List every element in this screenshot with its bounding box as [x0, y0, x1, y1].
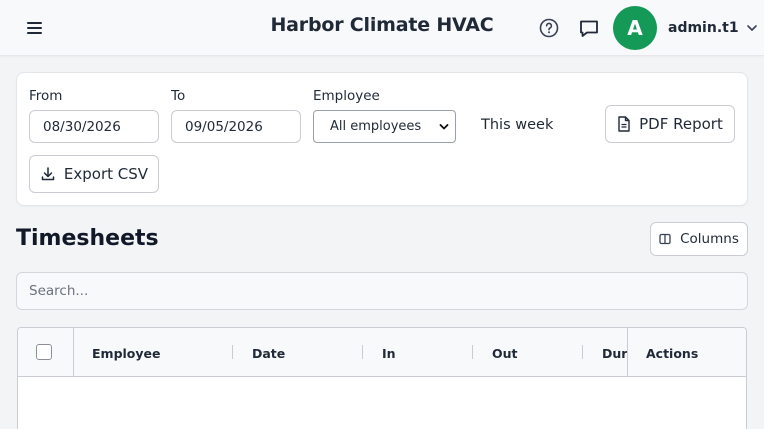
to-label: To [171, 88, 186, 104]
username: admin.t1 [668, 20, 739, 36]
user-menu[interactable]: admin.t1 [668, 18, 759, 38]
search-input[interactable]: Search... [16, 272, 748, 310]
hamburger-menu-icon[interactable] [24, 17, 46, 39]
actions-column-header: Actions [627, 328, 746, 376]
from-label: From [29, 88, 63, 104]
employee-label: Employee [313, 88, 380, 104]
export-csv-button[interactable]: Export CSV [29, 155, 159, 193]
pdf-report-label: PDF Report [639, 115, 723, 133]
page-title: Timesheets [16, 226, 159, 251]
pdf-report-button[interactable]: PDF Report [605, 105, 735, 143]
columns-button-label: Columns [680, 231, 739, 247]
employee-select-value: All employees [330, 119, 422, 134]
help-icon[interactable] [538, 17, 560, 39]
app-title: Harbor Climate HVAC [270, 14, 494, 36]
to-date-input[interactable]: 09/05/2026 [171, 110, 301, 143]
export-csv-label: Export CSV [63, 165, 149, 183]
timesheets-table: Employee Date In Out Duration Actions [17, 327, 747, 429]
column-header-actions: Actions [646, 346, 699, 361]
column-separator [472, 345, 473, 359]
from-date-input[interactable]: 08/30/2026 [29, 110, 159, 143]
select-all-checkbox[interactable] [36, 344, 52, 360]
column-header-employee[interactable]: Employee [92, 346, 161, 361]
column-separator [582, 345, 583, 359]
download-icon [41, 167, 55, 181]
column-separator [232, 345, 233, 359]
range-label: This week [481, 117, 554, 133]
column-header-in[interactable]: In [382, 346, 396, 361]
chevron-down-icon [746, 25, 757, 31]
column-header-duration[interactable]: Duration [602, 346, 627, 361]
column-header-date[interactable]: Date [252, 346, 285, 361]
chat-icon[interactable] [578, 17, 600, 39]
columns-button[interactable]: Columns [650, 222, 748, 256]
select-all-cell [18, 328, 74, 376]
column-header-out[interactable]: Out [492, 346, 518, 361]
columns-icon [659, 233, 671, 245]
filter-card: From 08/30/2026 To 09/05/2026 Employee A… [16, 72, 748, 206]
document-icon [618, 116, 630, 132]
column-separator [362, 345, 363, 359]
top-bar: Harbor Climate HVAC A admin.t1 [0, 0, 764, 56]
employee-select[interactable]: All employees [313, 110, 456, 143]
table-header: Employee Date In Out Duration Actions [18, 328, 746, 377]
avatar[interactable]: A [613, 6, 657, 50]
chevron-down-icon [439, 124, 449, 130]
